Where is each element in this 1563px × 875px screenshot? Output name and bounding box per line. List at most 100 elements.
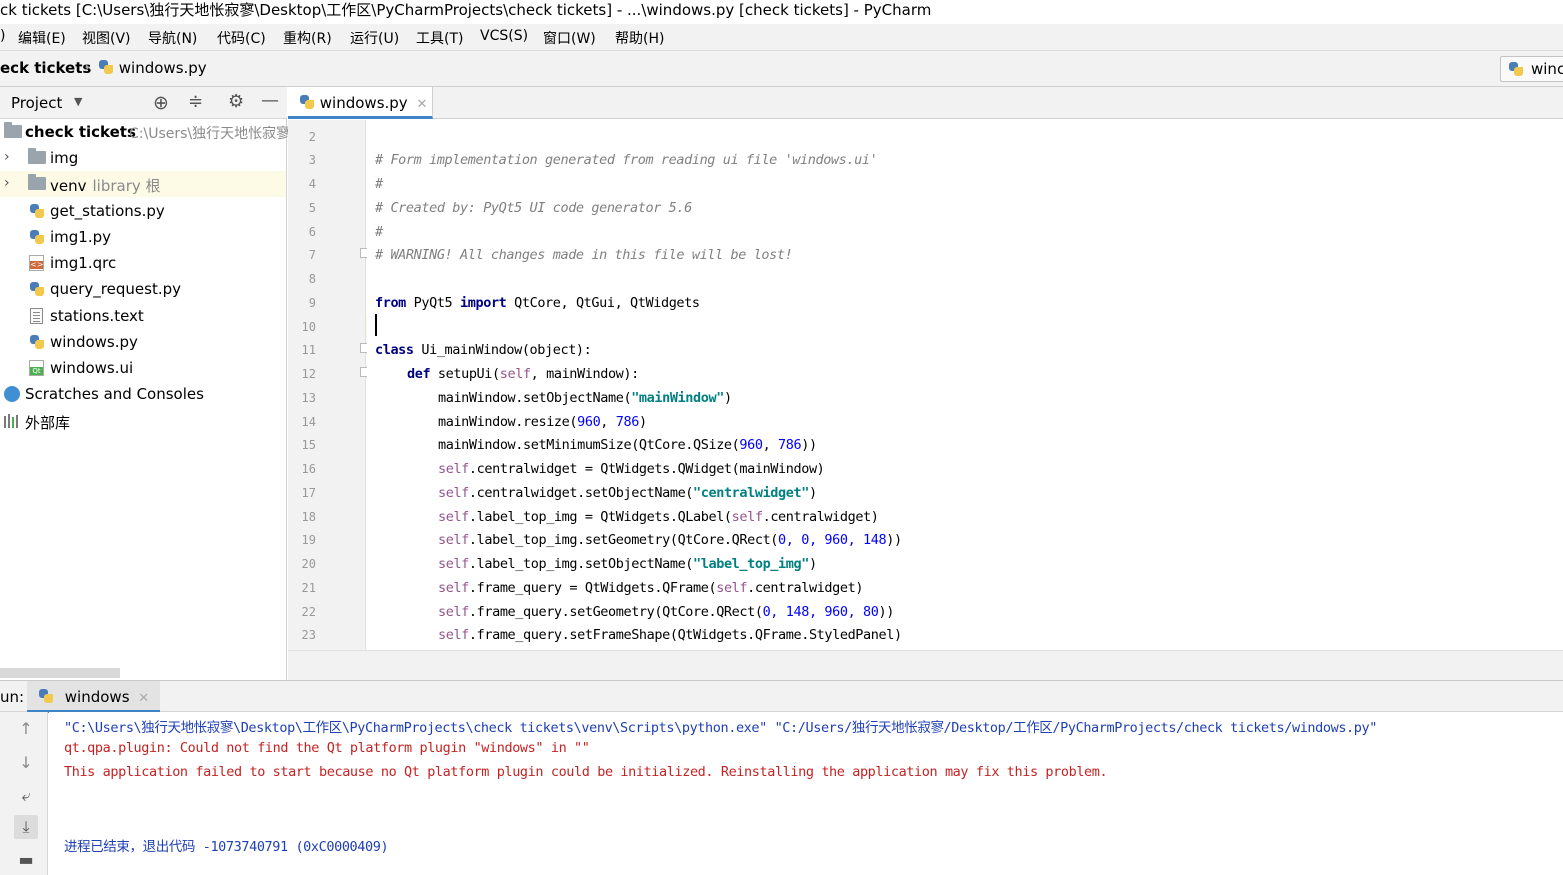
code-token: , <box>762 437 779 453</box>
expand-arrow-icon[interactable]: › <box>4 175 10 191</box>
tree-item-windows-ui[interactable]: windows.ui <box>0 355 286 381</box>
run-tab-windows[interactable]: windows ✕ <box>27 681 160 713</box>
menu-item-tools[interactable]: 工具(T) <box>416 28 463 48</box>
line-number: 16 <box>301 462 316 476</box>
code-token: .frame_query = QtWidgets.QFrame( <box>468 580 717 596</box>
code-editor[interactable]: # Form implementation generated from rea… <box>367 120 1563 650</box>
tree-root-path: C:\Users\独行天地怅寂寥 <box>129 126 291 142</box>
menu-item-vcs[interactable]: VCS(S) <box>480 28 528 44</box>
code-token: .centralwidget) <box>762 509 879 525</box>
close-icon[interactable]: ✕ <box>138 691 149 706</box>
menu-item-navigate[interactable]: 导航(N) <box>148 28 197 48</box>
tree-item-query-request[interactable]: query_request.py <box>0 276 286 302</box>
python-file-icon <box>300 95 315 110</box>
tree-item-external-libraries[interactable]: 外部库 <box>0 408 286 434</box>
tree-item-scratches[interactable]: Scratches and Consoles <box>0 381 286 407</box>
close-icon[interactable]: ✕ <box>416 97 427 112</box>
code-line-20: self.label_top_img.setObjectName("label_… <box>438 552 817 576</box>
locate-target-icon[interactable]: ⊕ <box>153 92 169 114</box>
line-number: 7 <box>308 248 316 262</box>
run-console[interactable]: "C:\Users\独行天地怅寂寥\Desktop\工作区\PyCharmPro… <box>49 712 1563 875</box>
code-line-18: self.label_top_img = QtWidgets.QLabel(se… <box>438 505 879 529</box>
code-token: )) <box>886 532 902 548</box>
line-number: 12 <box>301 367 316 381</box>
self-token: self <box>438 532 469 548</box>
hide-panel-icon[interactable]: — <box>261 90 279 111</box>
line-number: 15 <box>301 438 316 452</box>
menu-item-edit[interactable]: 编辑(E) <box>18 28 66 48</box>
menu-item-window[interactable]: 窗口(W) <box>543 28 596 48</box>
tree-item-img1-qrc[interactable]: img1.qrc <box>0 250 286 276</box>
tree-item-get-stations[interactable]: get_stations.py <box>0 198 286 224</box>
string-token: "centralwidget" <box>693 485 809 501</box>
menu-item-refactor[interactable]: 重构(R) <box>283 28 332 48</box>
tree-item-label: Scratches and Consoles <box>25 385 204 403</box>
code-token: mainWindow.setMinimumSize(QtCore.QSize( <box>438 437 740 453</box>
breadcrumb-project[interactable]: eck tickets <box>0 59 91 77</box>
code-token: PyQt5 <box>405 295 461 311</box>
line-number: 2 <box>308 130 316 144</box>
run-configuration-selector[interactable]: winc <box>1500 56 1563 82</box>
menu-item-help[interactable]: 帮助(H) <box>615 28 664 48</box>
menu-item-partial[interactable]: ) <box>0 28 5 44</box>
editor-horizontal-scrollbar[interactable] <box>288 650 1563 680</box>
project-horizontal-scrollbar[interactable] <box>0 668 120 678</box>
code-line-5: # Created by: PyQt5 UI code generator 5.… <box>375 200 692 216</box>
run-panel-label: un: <box>0 688 25 706</box>
expand-arrow-icon[interactable]: › <box>4 149 10 165</box>
tree-item-stations-text[interactable]: stations.text <box>0 303 286 329</box>
dropdown-arrow-icon[interactable]: ▼ <box>74 95 82 108</box>
code-token: ) <box>808 556 817 572</box>
line-number: 20 <box>301 557 316 571</box>
line-number: 4 <box>308 177 316 191</box>
run-panel-header: un: windows ✕ <box>0 680 1563 713</box>
line-number: 13 <box>301 391 316 405</box>
tree-item-venv[interactable]: › venv library 根 <box>0 171 286 197</box>
text-file-icon <box>30 308 43 324</box>
code-token: .frame_query.setGeometry(QtCore.QRect( <box>468 604 763 620</box>
run-tab-label: windows <box>64 688 130 706</box>
python-file-icon <box>30 335 45 350</box>
tree-item-windows-py[interactable]: windows.py <box>0 329 286 355</box>
soft-wrap-icon[interactable]: ⤶ <box>14 784 38 808</box>
python-file-icon <box>30 204 45 219</box>
tree-item-label: query_request.py <box>50 280 181 298</box>
breadcrumb-file[interactable]: windows.py <box>99 59 207 77</box>
line-number: 22 <box>301 605 316 619</box>
tree-item-img1-py[interactable]: img1.py <box>0 224 286 250</box>
code-token: setupUi( <box>430 366 500 382</box>
menu-item-code[interactable]: 代码(C) <box>217 28 266 48</box>
menu-item-run[interactable]: 运行(U) <box>350 28 399 48</box>
scroll-to-end-icon[interactable]: ⤓ <box>14 815 38 839</box>
library-icon <box>4 414 18 428</box>
python-run-icon <box>39 689 54 704</box>
line-number: 10 <box>301 320 316 334</box>
tree-item-label: get_stations.py <box>50 202 165 220</box>
gear-icon[interactable]: ⚙ <box>228 91 244 112</box>
number-token: 786 <box>778 437 802 453</box>
code-line-17: self.centralwidget.setObjectName("centra… <box>438 481 817 505</box>
code-line-6: # <box>375 224 383 240</box>
tree-item-label: img <box>50 149 79 167</box>
number-token: 960 <box>739 437 763 453</box>
line-number: 19 <box>301 533 316 547</box>
tree-item-img[interactable]: › img <box>0 145 286 171</box>
print-icon[interactable]: ▬ <box>14 848 38 872</box>
keyword: class <box>375 342 414 358</box>
arrow-up-icon[interactable]: ↑ <box>14 717 38 741</box>
code-line-14: mainWindow.resize(960, 786) <box>438 410 647 434</box>
python-file-icon <box>30 282 45 297</box>
menu-item-view[interactable]: 视图(V) <box>82 28 131 48</box>
tree-root-name: check tickets <box>25 123 136 141</box>
editor-tab-windows-py[interactable]: windows.py ✕ <box>288 87 433 119</box>
string-token: "label_top_img" <box>693 556 809 572</box>
arrow-down-icon[interactable]: ↓ <box>14 751 38 775</box>
number-token: 0, 148, 960, 80 <box>762 604 879 620</box>
line-number: 11 <box>301 343 316 357</box>
tree-root[interactable]: check tickets C:\Users\独行天地怅寂寥 <box>0 119 290 145</box>
code-token: .label_top_img.setGeometry(QtCore.QRect( <box>468 532 779 548</box>
code-line-15: mainWindow.setMinimumSize(QtCore.QSize(9… <box>438 433 817 457</box>
project-view-selector[interactable]: Project <box>11 94 62 112</box>
collapse-all-icon[interactable]: ≑ <box>188 91 203 112</box>
line-number: 8 <box>308 272 316 286</box>
